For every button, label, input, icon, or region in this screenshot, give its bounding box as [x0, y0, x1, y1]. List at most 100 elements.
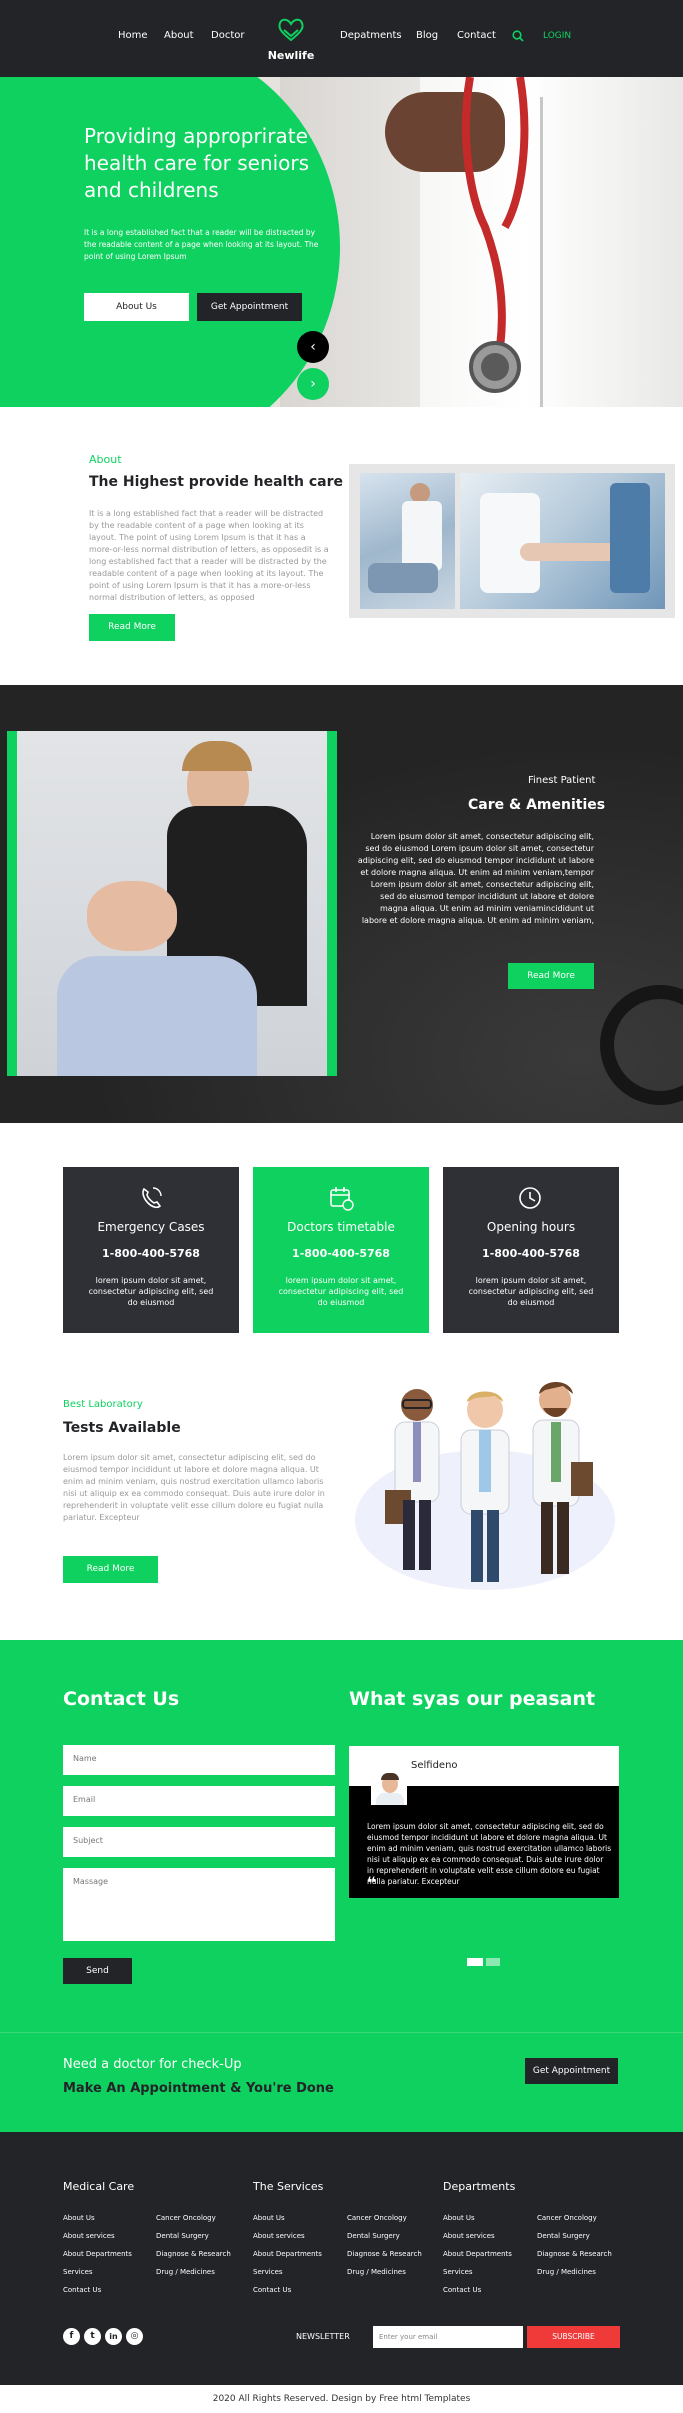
card-phone[interactable]: 1-800-400-5768 — [253, 1247, 429, 1260]
testimonial-title: What syas our peasant — [349, 1688, 596, 1710]
email-field[interactable]: Email — [63, 1786, 335, 1816]
login-link[interactable]: LOGIN — [543, 31, 571, 41]
appointment-banner: Need a doctor for check-Up Make An Appoi… — [0, 2032, 683, 2132]
quote-icon: ❝ — [367, 1873, 377, 1892]
carousel-dot-active[interactable] — [467, 1958, 483, 1966]
footer-col-services: The Services — [253, 2180, 324, 2193]
about-title: The Highest provide health care — [89, 474, 344, 490]
footer-link[interactable]: About Us — [253, 2214, 285, 2222]
nav-about[interactable]: About — [164, 30, 194, 41]
newsletter-label: NEWSLETTER — [296, 2332, 350, 2341]
footer-link[interactable]: About Departments — [253, 2250, 322, 2258]
footer-link[interactable]: Contact Us — [443, 2286, 481, 2294]
card-phone[interactable]: 1-800-400-5768 — [63, 1247, 239, 1260]
hero-title: Providing approprirate health care for s… — [84, 124, 310, 202]
footer-col-departments: Departments — [443, 2180, 516, 2193]
contact-section: Contact Us Name Email Subject Massage Se… — [0, 1640, 683, 2032]
logo-heart-hands-icon — [278, 18, 304, 42]
hero-section: Providing approprirate health care for s… — [0, 77, 683, 407]
care-photo-therapist — [17, 731, 327, 1076]
about-us-button[interactable]: About Us — [84, 293, 189, 321]
about-photo-blood-test — [460, 473, 665, 609]
carousel-dot[interactable] — [486, 1958, 500, 1966]
appointment-line2: Make An Appointment & You're Done — [63, 2081, 334, 2096]
testimonial-card: Selfideno Lorem ipsum dolor sit amet, co… — [349, 1746, 619, 1898]
copyright: 2020 All Rights Reserved. Design by Free… — [0, 2385, 683, 2413]
card-text: lorem ipsum dolor sit amet, consectetur … — [278, 1276, 404, 1307]
site-header: Home About Doctor Depatments Blog Contac… — [0, 0, 683, 80]
footer-link[interactable]: Diagnose & Research — [537, 2250, 612, 2258]
lab-read-more-button[interactable]: Read More — [63, 1556, 158, 1583]
card-opening-hours: Opening hours 1-800-400-5768 lorem ipsum… — [443, 1167, 619, 1333]
nav-home[interactable]: Home — [118, 30, 148, 41]
footer-link[interactable]: Dental Surgery — [537, 2232, 590, 2240]
search-icon[interactable] — [512, 30, 524, 42]
linkedin-icon[interactable]: in — [105, 2328, 122, 2345]
hero-doctor-photo — [280, 77, 683, 407]
twitter-icon[interactable]: t — [84, 2328, 101, 2345]
newsletter-email-input[interactable]: Enter your email — [373, 2326, 523, 2348]
footer-link[interactable]: Drug / Medicines — [537, 2268, 596, 2276]
nav-blog[interactable]: Blog — [416, 30, 438, 41]
footer-link[interactable]: Cancer Oncology — [347, 2214, 407, 2222]
footer-link[interactable]: Cancer Oncology — [156, 2214, 216, 2222]
about-image-frame — [349, 464, 675, 618]
footer-link[interactable]: Diagnose & Research — [156, 2250, 231, 2258]
instagram-icon[interactable]: ◎ — [126, 2328, 143, 2345]
send-button[interactable]: Send — [63, 1958, 132, 1984]
footer-link[interactable]: About Departments — [443, 2250, 512, 2258]
site-footer: Medical Care The Services Departments Ab… — [0, 2132, 683, 2385]
contact-title: Contact Us — [63, 1688, 180, 1710]
name-field[interactable]: Name — [63, 1745, 335, 1775]
care-title: Care & Amenities — [468, 797, 606, 813]
about-text: It is a long established fact that a rea… — [89, 509, 329, 602]
avatar — [371, 1769, 407, 1805]
care-text: Lorem ipsum dolor sit amet, consectetur … — [357, 832, 594, 925]
slider-next-button[interactable]: › — [297, 368, 329, 400]
footer-link[interactable]: Services — [443, 2268, 473, 2276]
footer-link[interactable]: About services — [63, 2232, 115, 2240]
nav-doctor[interactable]: Doctor — [211, 30, 244, 41]
footer-link[interactable]: Services — [253, 2268, 283, 2276]
card-title: Emergency Cases — [97, 1220, 205, 1234]
footer-link[interactable]: About services — [253, 2232, 305, 2240]
logo-text[interactable]: Newlife — [266, 49, 316, 62]
slider-prev-button[interactable]: ‹ — [297, 331, 329, 363]
get-appointment-button[interactable]: Get Appointment — [197, 293, 302, 321]
subject-field[interactable]: Subject — [63, 1827, 335, 1857]
lab-label: Best Laboratory — [63, 1399, 143, 1410]
hero-text: It is a long established fact that a rea… — [84, 228, 319, 261]
phone-icon — [142, 1187, 162, 1209]
footer-link[interactable]: About Us — [443, 2214, 475, 2222]
footer-link[interactable]: Services — [63, 2268, 93, 2276]
footer-link[interactable]: Drug / Medicines — [347, 2268, 406, 2276]
card-text: lorem ipsum dolor sit amet, consectetur … — [468, 1276, 594, 1307]
footer-link[interactable]: Drug / Medicines — [156, 2268, 215, 2276]
footer-link[interactable]: Diagnose & Research — [347, 2250, 422, 2258]
chevron-right-icon: › — [310, 376, 316, 392]
footer-link[interactable]: About Departments — [63, 2250, 132, 2258]
facebook-icon[interactable]: f — [63, 2328, 80, 2345]
footer-link[interactable]: Contact Us — [253, 2286, 291, 2294]
nav-departments[interactable]: Depatments — [340, 30, 402, 41]
appointment-line1: Need a doctor for check-Up — [63, 2057, 242, 2072]
doctors-illustration — [355, 1382, 615, 1590]
about-read-more-button[interactable]: Read More — [89, 614, 175, 641]
testimonial-name: Selfideno — [411, 1760, 458, 1771]
banner-appointment-button[interactable]: Get Appointment — [525, 2058, 618, 2084]
care-read-more-button[interactable]: Read More — [508, 963, 594, 989]
nav-contact[interactable]: Contact — [457, 30, 496, 41]
testimonial-text: Lorem ipsum dolor sit amet, consectetur … — [367, 1822, 612, 1886]
message-field[interactable]: Massage — [63, 1868, 335, 1941]
card-title: Opening hours — [486, 1220, 576, 1234]
subscribe-button[interactable]: SUBSCRIBE — [527, 2326, 620, 2348]
footer-link[interactable]: Dental Surgery — [347, 2232, 400, 2240]
footer-link[interactable]: Dental Surgery — [156, 2232, 209, 2240]
footer-link[interactable]: About Us — [63, 2214, 95, 2222]
card-phone[interactable]: 1-800-400-5768 — [443, 1247, 619, 1260]
about-photo-doctor-patient — [360, 473, 455, 609]
footer-link[interactable]: Cancer Oncology — [537, 2214, 597, 2222]
footer-link[interactable]: Contact Us — [63, 2286, 101, 2294]
footer-link[interactable]: About services — [443, 2232, 495, 2240]
calendar-icon — [330, 1187, 354, 1211]
